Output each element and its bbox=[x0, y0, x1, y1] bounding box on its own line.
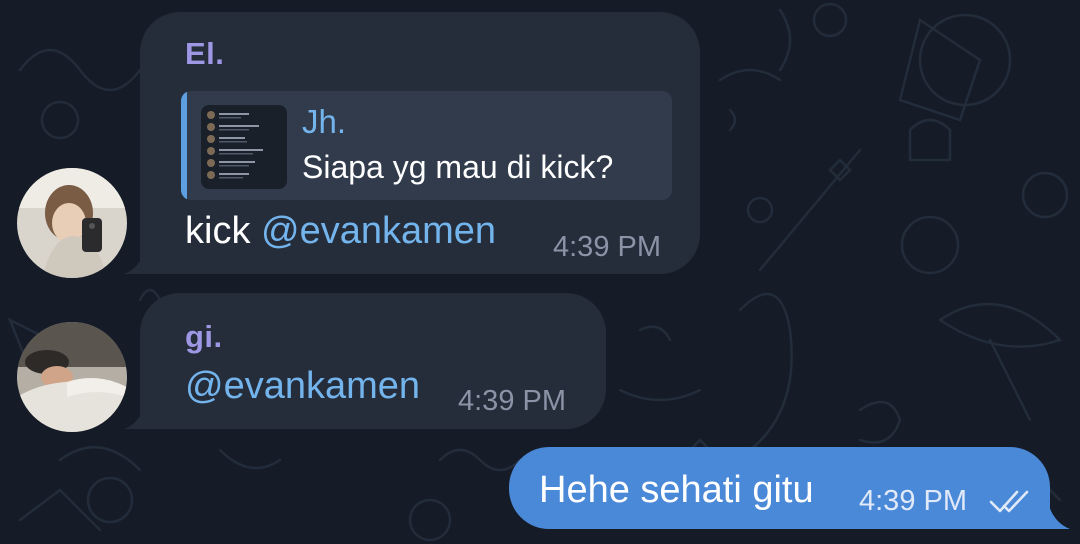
reply-preview[interactable]: Jh. Siapa yg mau di kick? bbox=[181, 91, 672, 200]
bubble-tail bbox=[124, 403, 154, 429]
message-time: 4:39 PM bbox=[553, 231, 661, 263]
avatar-gi[interactable] bbox=[17, 322, 127, 432]
message-text: @evankamen bbox=[185, 365, 420, 408]
message-time: 4:39 PM bbox=[859, 485, 967, 517]
avatar-el-photo bbox=[17, 168, 127, 278]
message-bubble-el[interactable]: El. Jh. Siapa yg mau di kick? kick @evan… bbox=[140, 12, 700, 274]
message-bubble-gi[interactable]: gi. @evankamen 4:39 PM bbox=[140, 293, 606, 429]
avatar-gi-photo bbox=[17, 322, 127, 432]
reply-bar bbox=[181, 91, 187, 200]
double-check-icon bbox=[989, 490, 1029, 513]
message-time: 4:39 PM bbox=[458, 385, 566, 417]
message-text: Hehe sehati gitu bbox=[539, 469, 814, 511]
bubble-tail bbox=[124, 248, 154, 274]
sender-name[interactable]: gi. bbox=[185, 319, 223, 355]
reply-message-text: Siapa yg mau di kick? bbox=[302, 149, 614, 185]
reply-sender-name: Jh. bbox=[302, 103, 347, 140]
mention-link[interactable]: @evankamen bbox=[185, 365, 420, 407]
message-text: kick @evankamen bbox=[185, 210, 496, 253]
bubble-tail bbox=[1040, 503, 1070, 529]
mention-link[interactable]: @evankamen bbox=[261, 210, 496, 252]
message-bubble-outgoing[interactable]: Hehe sehati gitu 4:39 PM bbox=[509, 447, 1050, 529]
message-text-prefix: kick bbox=[185, 210, 261, 252]
avatar-el[interactable] bbox=[17, 168, 127, 278]
sender-name[interactable]: El. bbox=[185, 36, 224, 72]
reply-thumbnail bbox=[201, 105, 287, 189]
